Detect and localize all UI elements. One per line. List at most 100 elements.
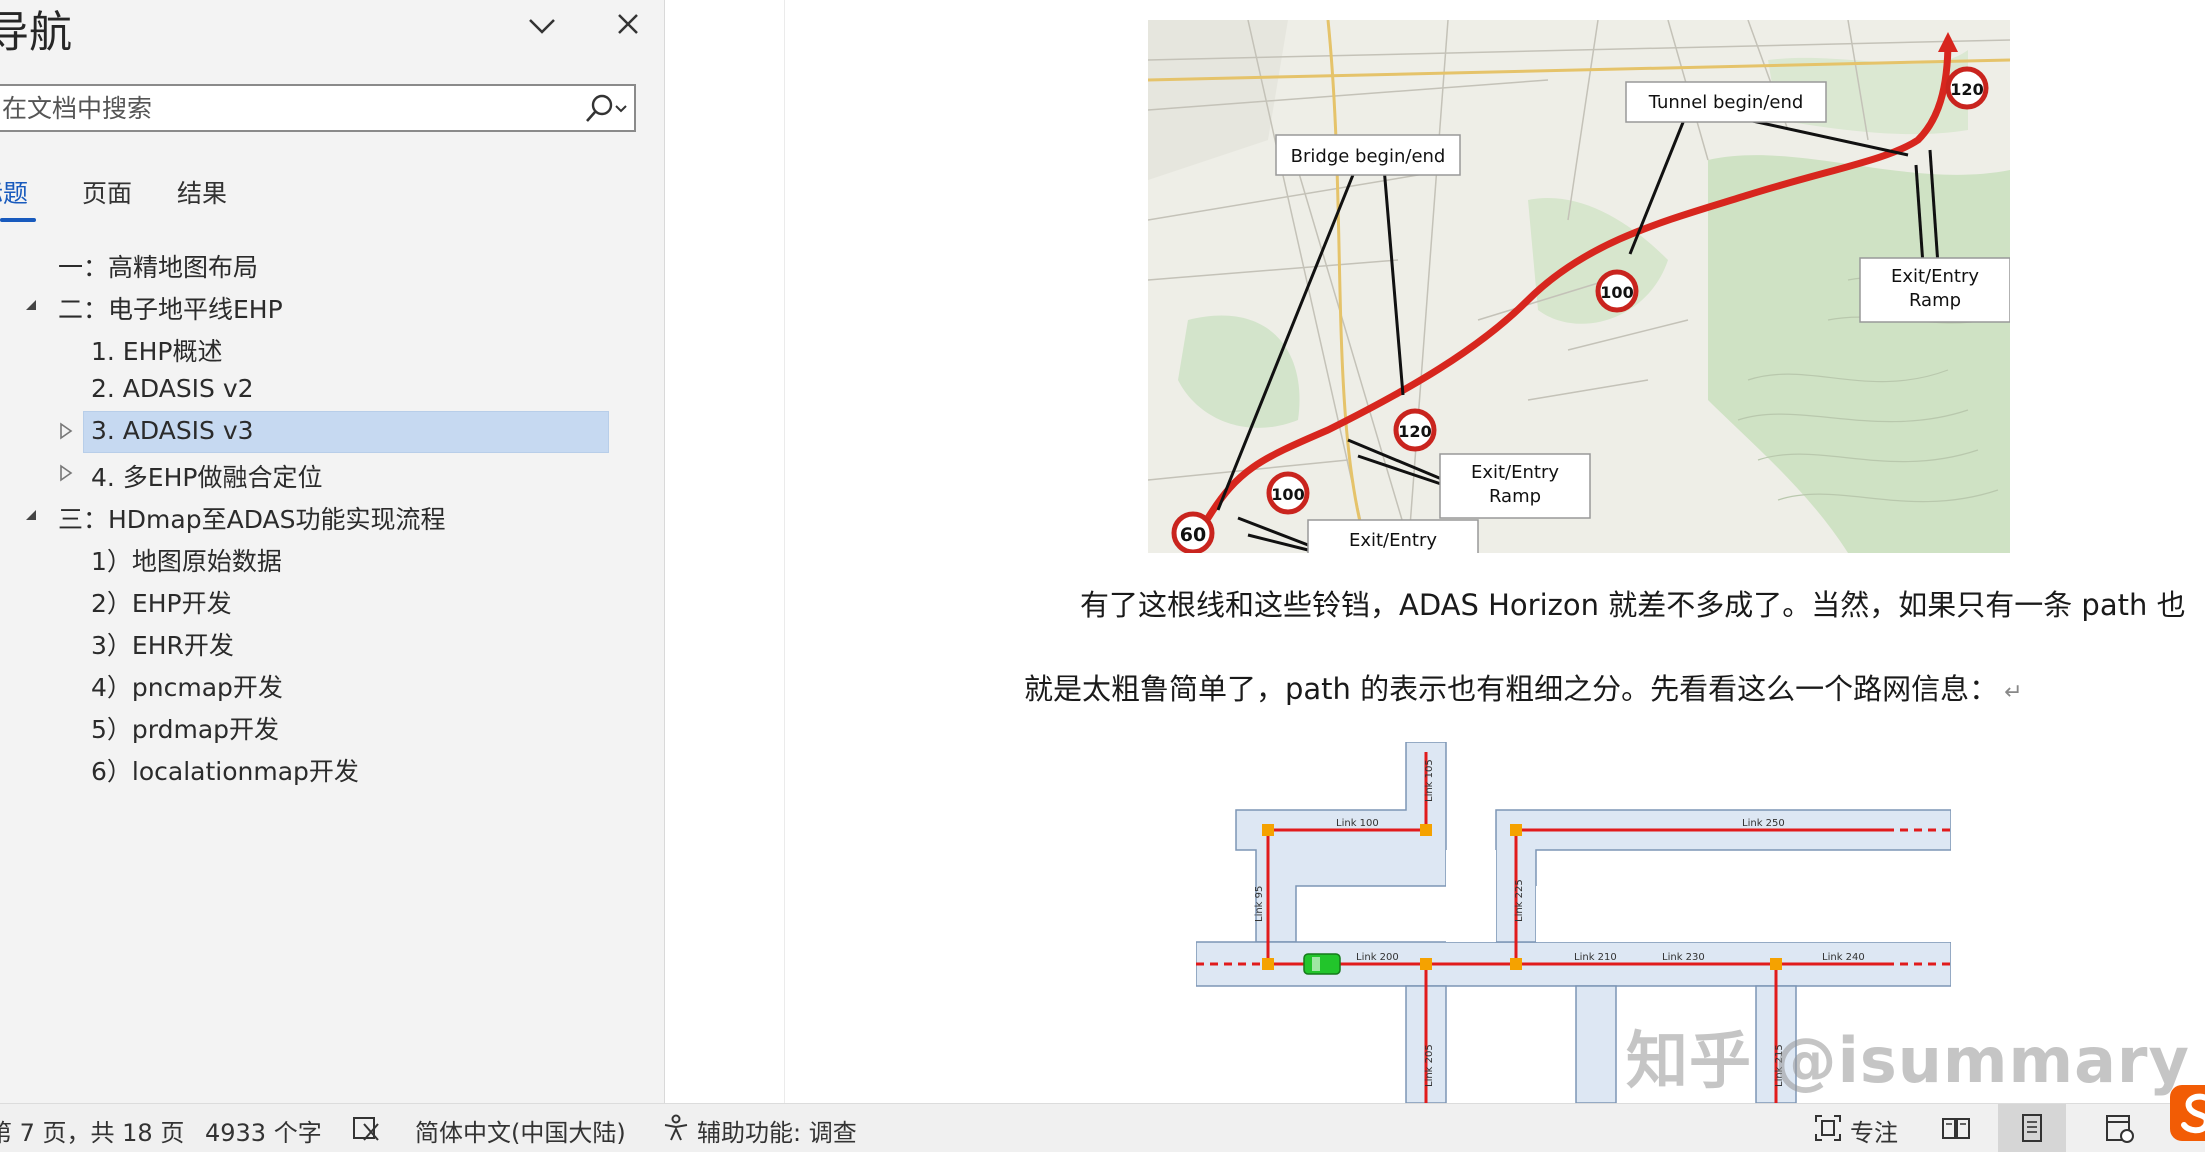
body-paragraph[interactable]: 就是太粗鲁简单了，path 的表示也有粗细之分。先看看这么一个路网信息：↵ bbox=[1024, 666, 2023, 708]
outline-item-label: 4. 多EHP做融合定位 bbox=[91, 458, 322, 494]
accessibility-icon[interactable] bbox=[660, 1112, 692, 1144]
svg-text:Exit/Entry: Exit/Entry bbox=[1891, 266, 1979, 287]
document-canvas[interactable]: 60 100 120 100 120 Bridge begin/end bbox=[666, 0, 2205, 1103]
callout-exit-entry-ramp-center: Exit/Entry Ramp bbox=[1440, 454, 1590, 518]
web-layout-icon[interactable] bbox=[2103, 1112, 2135, 1144]
callout-bridge: Bridge begin/end bbox=[1276, 135, 1460, 175]
language-indicator[interactable]: 简体中文(中国大陆) bbox=[415, 1113, 626, 1148]
svg-text:Link 240: Link 240 bbox=[1822, 952, 1865, 963]
outline-item[interactable]: 6）localationmap开发 bbox=[0, 748, 665, 786]
search-button[interactable] bbox=[576, 93, 634, 125]
word-count[interactable]: 4933 个字 bbox=[205, 1113, 322, 1148]
body-paragraph[interactable]: 有了这根线和这些铃铛，ADAS Horizon 就差不多成了。当然，如果只有一条… bbox=[1080, 582, 2186, 624]
svg-text:100: 100 bbox=[1600, 283, 1633, 302]
svg-text:Link 205: Link 205 bbox=[1424, 1044, 1435, 1087]
navigation-pane: 导航 标题 页面 结果 一：高精地图布局 bbox=[0, 0, 665, 1103]
paragraph-text: 就是太粗鲁简单了，path 的表示也有粗细之分。先看看这么一个路网信息： bbox=[1024, 672, 1998, 706]
ime-logo-icon[interactable] bbox=[2168, 1083, 2205, 1143]
map-image: 60 100 120 100 120 Bridge begin/end bbox=[1148, 20, 2010, 553]
tab-results[interactable]: 结果 bbox=[177, 174, 227, 210]
nav-pane-title: 导航 bbox=[0, 0, 72, 60]
svg-text:120: 120 bbox=[1398, 422, 1431, 441]
paragraph-mark: ↵ bbox=[2004, 680, 2022, 705]
pane-options-button[interactable] bbox=[524, 8, 560, 44]
svg-text:Link 210: Link 210 bbox=[1574, 952, 1617, 963]
close-pane-button[interactable] bbox=[610, 6, 646, 42]
caret-collapsed-icon[interactable] bbox=[56, 463, 76, 483]
search-icon bbox=[576, 93, 634, 125]
focus-icon[interactable] bbox=[1812, 1112, 1844, 1144]
caret-collapsed-icon[interactable] bbox=[56, 421, 76, 441]
outline-item[interactable]: 三：HDmap至ADAS功能实现流程 bbox=[0, 496, 665, 534]
callout-exit-entry-ramp-right: Exit/Entry Ramp bbox=[1860, 258, 2010, 322]
callout-tunnel: Tunnel begin/end bbox=[1626, 82, 1826, 122]
outline-item-label: 3. ADASIS v3 bbox=[91, 416, 254, 445]
outline-item-label: 6）localationmap开发 bbox=[91, 752, 359, 788]
svg-text:Bridge begin/end: Bridge begin/end bbox=[1291, 146, 1446, 167]
svg-text:Link 100: Link 100 bbox=[1336, 818, 1379, 829]
search-input[interactable] bbox=[0, 86, 568, 130]
close-icon bbox=[610, 6, 646, 42]
outline-item-label: 2. ADASIS v2 bbox=[91, 374, 254, 403]
status-bar: 第 7 页，共 18 页 4933 个字 简体中文(中国大陆) 辅助功能: 调查… bbox=[0, 1103, 2205, 1152]
page-count[interactable]: 第 7 页，共 18 页 bbox=[0, 1113, 184, 1148]
map-figure[interactable]: 60 100 120 100 120 Bridge begin/end bbox=[1148, 20, 2010, 553]
svg-text:100: 100 bbox=[1271, 485, 1304, 504]
svg-text:Ramp: Ramp bbox=[1489, 486, 1541, 507]
speed-sign-icon: 60 bbox=[1174, 514, 1212, 552]
outline-item[interactable]: 5）prdmap开发 bbox=[0, 706, 665, 744]
callout-exit-entry: Exit/Entry bbox=[1308, 520, 1478, 553]
outline-item-label: 4）pncmap开发 bbox=[91, 668, 283, 704]
outline-item[interactable]: 4. 多EHP做融合定位 bbox=[0, 454, 665, 492]
svg-text:Link 225: Link 225 bbox=[1514, 879, 1525, 922]
outline-item[interactable]: 2. ADASIS v2 bbox=[0, 370, 665, 408]
svg-text:Exit/Entry: Exit/Entry bbox=[1349, 530, 1437, 551]
svg-text:Link 95: Link 95 bbox=[1254, 886, 1265, 922]
caret-expanded-icon[interactable] bbox=[22, 295, 42, 315]
watermark-text: 知乎 @isummary bbox=[1626, 1010, 2190, 1100]
speed-sign-icon: 100 bbox=[1598, 272, 1636, 310]
outline-item-label: 1. EHP概述 bbox=[91, 332, 222, 368]
outline-item-label: 2）EHP开发 bbox=[91, 584, 232, 620]
speed-sign-icon: 120 bbox=[1948, 69, 1986, 107]
tab-headings[interactable]: 标题 bbox=[0, 174, 28, 210]
page-divider bbox=[784, 0, 785, 1103]
outline-item[interactable]: 2）EHP开发 bbox=[0, 580, 665, 618]
outline-item-label: 1）地图原始数据 bbox=[91, 542, 282, 578]
print-layout-view-button[interactable] bbox=[1998, 1104, 2066, 1152]
svg-text:60: 60 bbox=[1180, 524, 1206, 546]
svg-text:Link 105: Link 105 bbox=[1424, 759, 1435, 802]
svg-text:Link 230: Link 230 bbox=[1662, 952, 1705, 963]
speed-sign-icon: 100 bbox=[1269, 474, 1307, 512]
outline-item-label: 3）EHR开发 bbox=[91, 626, 234, 662]
proofing-icon[interactable] bbox=[350, 1112, 382, 1144]
read-mode-icon[interactable] bbox=[1940, 1112, 1972, 1144]
outline-item-label: 5）prdmap开发 bbox=[91, 710, 279, 746]
outline-item[interactable]: 4）pncmap开发 bbox=[0, 664, 665, 702]
svg-text:Tunnel begin/end: Tunnel begin/end bbox=[1648, 92, 1804, 113]
svg-text:120: 120 bbox=[1950, 80, 1983, 99]
caret-expanded-icon[interactable] bbox=[22, 505, 42, 525]
focus-mode-label[interactable]: 专注 bbox=[1850, 1113, 1898, 1148]
outline-item-label: 二：电子地平线EHP bbox=[58, 290, 283, 326]
outline-item[interactable]: 1）地图原始数据 bbox=[0, 538, 665, 576]
nav-tabs: 标题 页面 结果 bbox=[0, 170, 665, 226]
outline-item-selected[interactable]: 3. ADASIS v3 bbox=[0, 412, 665, 450]
outline-item-label: 三：HDmap至ADAS功能实现流程 bbox=[58, 500, 445, 536]
svg-text:Link 200: Link 200 bbox=[1356, 952, 1399, 963]
tab-pages[interactable]: 页面 bbox=[82, 174, 132, 210]
accessibility-status[interactable]: 辅助功能: 调查 bbox=[697, 1113, 857, 1148]
search-box bbox=[0, 84, 636, 132]
svg-text:Link 250: Link 250 bbox=[1742, 818, 1785, 829]
svg-text:Exit/Entry: Exit/Entry bbox=[1471, 462, 1559, 483]
print-layout-icon bbox=[2016, 1112, 2048, 1144]
chevron-down-icon bbox=[524, 8, 560, 44]
outline-item-label: 一：高精地图布局 bbox=[58, 248, 258, 284]
active-tab-indicator bbox=[0, 218, 36, 222]
outline-item[interactable]: 一：高精地图布局 bbox=[0, 244, 665, 282]
outline-item[interactable]: 二：电子地平线EHP bbox=[0, 286, 665, 324]
svg-text:Ramp: Ramp bbox=[1909, 290, 1961, 311]
outline-item[interactable]: 3）EHR开发 bbox=[0, 622, 665, 660]
car-icon bbox=[1304, 954, 1340, 974]
outline-item[interactable]: 1. EHP概述 bbox=[0, 328, 665, 366]
